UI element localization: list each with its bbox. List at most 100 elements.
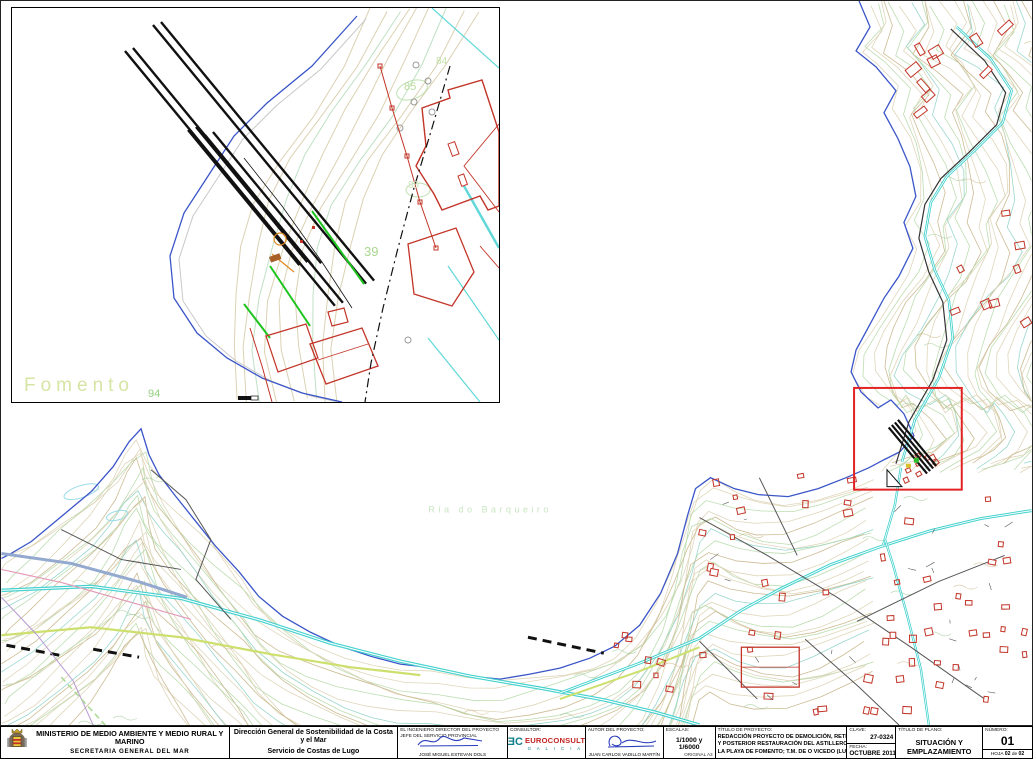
building	[969, 630, 977, 637]
building	[934, 603, 942, 610]
plan-title-label: TÍTULO DE PLANO:	[898, 728, 980, 734]
project-title-line3: LA PLAYA DE FOMENTO; T.M. DE O VICEDO (L…	[718, 749, 845, 756]
scales-cell: ESCALAS: 1/1000 y 1/6000 ORIGINAL A3	[664, 727, 716, 758]
inset-map-canvas: 84 85 85 39 94 Fomento	[12, 8, 499, 402]
building	[924, 628, 933, 636]
plan-title-cell: TÍTULO DE PLANO: SITUACIÓN Y EMPLAZAMIEN…	[896, 727, 983, 758]
euroconsult-region: G A L I C I A	[525, 746, 585, 751]
building	[1021, 628, 1027, 636]
building	[985, 497, 990, 502]
building	[903, 706, 912, 713]
building	[733, 495, 738, 500]
project-title-line2: Y POSTERIOR RESTAURACIÓN DEL ASTILLERO D…	[718, 741, 845, 748]
building	[934, 660, 940, 665]
building	[666, 686, 674, 692]
building	[844, 500, 851, 506]
title-block: MINISTERIO DE MEDIO AMBIENTE Y MEDIO RUR…	[0, 726, 1033, 759]
building	[905, 468, 911, 474]
building	[864, 674, 874, 683]
scales-label: ESCALAS:	[666, 728, 713, 734]
building	[1002, 605, 1010, 609]
building	[890, 632, 896, 638]
sheet-number-cell: NÚMERO: 01 HOJA 02 de 02	[983, 727, 1032, 758]
project-title-cell: TÍTULO DE PROYECTO: REDACCIÓN PROYECTO D…	[716, 727, 848, 758]
building	[736, 507, 745, 515]
building	[887, 616, 894, 621]
building	[903, 477, 909, 483]
euroconsult-mark-icon: ƎC	[508, 737, 523, 748]
number-value: 01	[983, 735, 1032, 747]
building	[749, 630, 755, 635]
building	[998, 542, 1003, 547]
building	[710, 568, 719, 576]
director-name: JOSÉ MIGUEL ESTEVAN DOLS	[398, 752, 507, 757]
building	[896, 676, 904, 683]
plan-sheet: Ría do Barqueiro 84 85 85 39 94 Fomento	[0, 0, 1033, 759]
slipway	[125, 51, 335, 306]
building	[923, 576, 931, 582]
euroconsult-name: EUROCONSULT	[525, 737, 585, 745]
inset-detail-map: 84 85 85 39 94 Fomento	[11, 7, 500, 403]
date-value: OCTUBRE 2011	[849, 750, 893, 757]
euroconsult-logo: ƎC EUROCONSULT G A L I C I A	[510, 737, 583, 751]
building	[813, 709, 818, 715]
building	[823, 590, 829, 595]
building	[762, 579, 769, 586]
director-signature-cell: EL INGENIERO DIRECTOR DEL PROYECTO JEFE …	[398, 727, 508, 758]
building	[957, 265, 965, 273]
building	[965, 601, 972, 606]
key-value: 27-0324	[849, 734, 893, 741]
consultant-label: CONSULTOR:	[510, 728, 583, 734]
sheet-of-sheets: HOJA 02 de 02	[983, 749, 1032, 758]
building	[626, 637, 632, 642]
building	[818, 706, 827, 712]
building	[797, 473, 804, 478]
plan-title-value: SITUACIÓN Y EMPLAZAMIENTO	[898, 738, 980, 756]
ministry-cell: MINISTERIO DE MEDIO AMBIENTE Y MEDIO RUR…	[1, 727, 230, 758]
building	[936, 681, 944, 688]
author-name: JUAN CARLOS VADILLO MARTÍN	[586, 752, 663, 757]
building	[1001, 210, 1010, 216]
ministry-secretary: SECRETARIA GENERAL DEL MAR	[33, 748, 227, 755]
building	[904, 518, 913, 525]
label-contour-94: 94	[148, 388, 160, 400]
label-contour-85: 85	[404, 81, 416, 93]
original-format: ORIGINAL A3	[684, 752, 712, 757]
building	[983, 633, 990, 638]
building	[953, 664, 959, 670]
label-fomento: Fomento	[24, 375, 134, 396]
building	[914, 43, 925, 56]
author-signature-cell: AUTOR DEL PROYECTO: JUAN CARLOS VADILLO …	[586, 727, 664, 758]
slipway	[153, 25, 366, 284]
building	[916, 471, 922, 477]
direction-cell: Dirección General de Sostenibilidad de l…	[230, 727, 399, 758]
label-ria-do-barqueiro: Ría do Barqueiro	[428, 505, 552, 515]
spain-coat-of-arms-icon	[4, 727, 30, 758]
building	[1001, 627, 1006, 632]
building	[699, 529, 707, 536]
coast-service: Servicio de Costas de Lugo	[232, 748, 396, 756]
building	[883, 638, 889, 645]
building	[1022, 651, 1027, 657]
building	[956, 593, 961, 599]
author-signature-icon	[602, 733, 662, 749]
building	[870, 707, 878, 714]
building	[983, 696, 988, 702]
consultant-cell: CONSULTOR: ƎC EUROCONSULT G A L I C I A	[508, 727, 586, 758]
building	[779, 593, 785, 601]
label-contour-84: 84	[436, 56, 448, 67]
key-date-cell: CLAVE: 27-0324 FECHA: OCTUBRE 2011	[847, 727, 896, 758]
building	[863, 707, 870, 715]
director-signature-icon	[414, 733, 486, 749]
building	[988, 559, 996, 565]
label-contour-39: 39	[364, 244, 378, 259]
building	[880, 554, 885, 561]
main-map: Ría do Barqueiro 84 85 85 39 94 Fomento	[0, 0, 1033, 726]
scales-value: 1/1000 y 1/6000	[666, 737, 713, 751]
date-row: FECHA: OCTUBRE 2011	[847, 743, 895, 759]
ministry-name: MINISTERIO DE MEDIO AMBIENTE Y MEDIO RUR…	[33, 730, 227, 747]
label-contour-85b: 85	[408, 180, 420, 191]
building	[730, 535, 734, 540]
direction-general: Dirección General de Sostenibilidad de l…	[232, 729, 396, 746]
building	[843, 509, 853, 517]
